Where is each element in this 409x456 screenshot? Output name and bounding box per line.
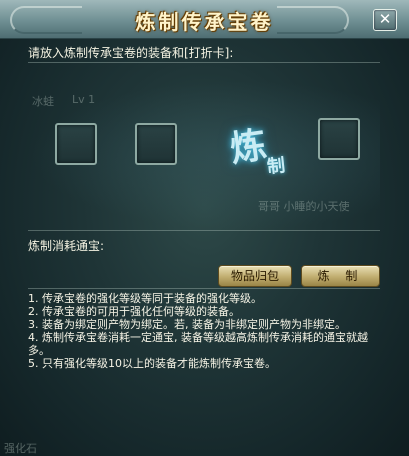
note-item: 3. 装备为绑定则产物为绑定。若, 装备为非绑定则产物为非绑定。 (28, 318, 346, 331)
note-item: 4. 炼制传承宝卷消耗一定通宝, 装备等级越高炼制传承消耗的通宝就越多。 (28, 331, 368, 357)
close-button[interactable]: ✕ (373, 9, 397, 31)
note-item: 2. 传承宝卷的可用于强化任何等级的装备。 (28, 305, 240, 318)
divider-bottom (28, 288, 380, 289)
title-bar: 炼制传承宝卷 ✕ (0, 0, 409, 39)
bottom-faint-text: 强化石 (4, 442, 37, 455)
faint-bottom-text: 哥哥 小睡的小天使 (258, 200, 350, 213)
rules-notes: 1. 传承宝卷的强化等级等同于装备的强化等级。 2. 传承宝卷的可用于强化任何等… (28, 292, 388, 370)
close-icon[interactable]: ✕ (379, 10, 392, 28)
refine-button[interactable]: 炼 制 (301, 265, 380, 287)
note-item: 5. 只有强化等级10以上的装备才能炼制传承宝卷。 (28, 357, 276, 370)
divider-top (28, 62, 380, 63)
reclaim-items-button[interactable]: 物品归包 (218, 265, 292, 287)
discount-card-slot[interactable] (318, 118, 360, 160)
divider-middle (28, 230, 380, 231)
faint-label-right: Lv 1 (72, 93, 96, 106)
equipment-slot-1[interactable] (55, 123, 97, 165)
note-item: 1. 传承宝卷的强化等级等同于装备的强化等级。 (28, 292, 262, 305)
cost-label: 炼制消耗通宝: (28, 239, 105, 253)
slots-prompt: 请放入炼制传承宝卷的装备和[打折卡]: (28, 46, 234, 60)
calligraphy-refine-glyph: 炼 (227, 123, 270, 171)
equipment-slot-2[interactable] (135, 123, 177, 165)
calligraphy-make-glyph: 制 (266, 155, 287, 178)
faint-label-left: 冰蛙 (32, 95, 54, 108)
window-title: 炼制传承宝卷 (135, 10, 274, 34)
